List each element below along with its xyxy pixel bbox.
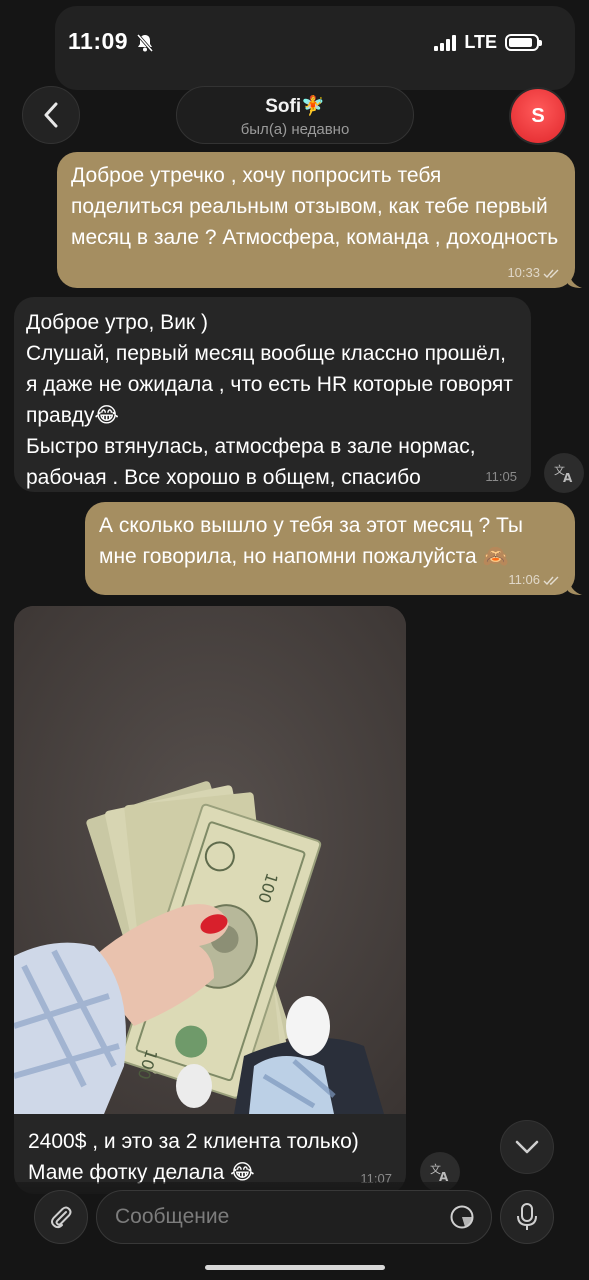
message-text: Доброе утречко , хочу попросить тебя под… xyxy=(71,164,559,249)
message-time: 11:06 xyxy=(508,572,540,587)
money-photo: 100 100 xyxy=(14,606,406,1114)
battery-icon xyxy=(505,34,542,51)
chevron-down-icon xyxy=(515,1140,539,1154)
photo-caption: 2400$ , и это за 2 клиента только) Маме … xyxy=(28,1130,359,1184)
sticker-icon[interactable] xyxy=(449,1204,475,1230)
scroll-down-button[interactable] xyxy=(500,1120,554,1174)
photo-attachment[interactable]: 100 100 xyxy=(14,606,406,1114)
message-text: Доброе утро, Вик ) Слушай, первый месяц … xyxy=(26,311,513,489)
bubble-tail xyxy=(568,577,582,595)
bubble-tail xyxy=(568,270,582,288)
status-time: 11:09 xyxy=(68,28,129,54)
message-bubble-outgoing[interactable]: Доброе утречко , хочу попросить тебя под… xyxy=(57,152,575,288)
back-button[interactable] xyxy=(22,86,80,144)
translate-icon: 文 A xyxy=(554,463,573,484)
paperclip-icon xyxy=(51,1206,72,1229)
double-check-icon xyxy=(543,576,559,585)
microphone-icon xyxy=(517,1203,537,1230)
signal-icon xyxy=(434,34,457,51)
translate-icon: 文 A xyxy=(430,1162,449,1183)
message-bubble-outgoing[interactable]: А сколько вышло у тебя за этот месяц ? Т… xyxy=(85,502,575,595)
chat-title[interactable]: Sofi🧚 был(а) недавно xyxy=(176,86,414,144)
double-check-icon xyxy=(543,269,559,278)
avatar[interactable]: S xyxy=(511,89,565,143)
message-text: А сколько вышло у тебя за этот месяц ? Т… xyxy=(99,514,523,568)
mute-bell-icon xyxy=(136,34,154,52)
home-indicator xyxy=(205,1265,385,1270)
chevron-left-icon xyxy=(44,102,58,128)
message-input[interactable] xyxy=(113,1204,449,1230)
network-label: LTE xyxy=(464,32,497,52)
svg-text:A: A xyxy=(563,471,573,484)
contact-name: Sofi🧚 xyxy=(265,96,325,117)
microphone-button[interactable] xyxy=(500,1190,554,1244)
message-time: 11:05 xyxy=(485,469,517,484)
message-time: 10:33 xyxy=(507,265,540,280)
message-input-container[interactable] xyxy=(96,1190,492,1244)
status-indicators: LTE xyxy=(434,32,542,53)
contact-status: был(а) недавно xyxy=(240,121,350,138)
attach-button[interactable] xyxy=(34,1190,88,1244)
message-bubble-incoming[interactable]: Доброе утро, Вик ) Слушай, первый месяц … xyxy=(14,297,531,492)
translate-button[interactable]: 文 A xyxy=(544,453,584,493)
